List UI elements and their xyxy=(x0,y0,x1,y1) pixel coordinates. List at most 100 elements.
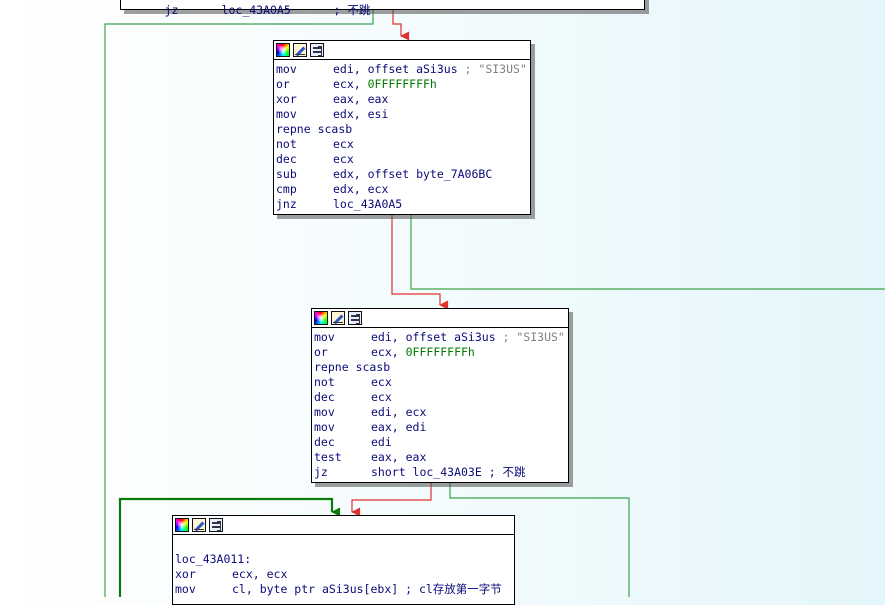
graph-view-icon[interactable] xyxy=(348,311,362,325)
asm-lines: mov edi, offset aSi3us ; "SI3US" or ecx, 0F… xyxy=(312,328,568,480)
graph-view-icon[interactable] xyxy=(310,43,324,57)
asm-line: or ecx, 0FFFFFFFFh xyxy=(276,77,530,92)
operand: edi xyxy=(371,435,392,449)
mnemonic: not xyxy=(276,137,297,151)
asm-line: or ecx, 0FFFFFFFFh xyxy=(314,345,568,360)
edge-block2-to-block3 xyxy=(351,483,432,517)
graph-view-icon[interactable] xyxy=(209,518,223,532)
code-label-line: loc_43A011: xyxy=(175,552,514,567)
operand: ecx, xyxy=(333,77,368,91)
operand: edi, ecx xyxy=(371,405,427,419)
operand: short loc_43A03E xyxy=(371,465,482,479)
asm-line: repne scasb xyxy=(314,360,568,375)
operand: ecx xyxy=(333,152,354,166)
color-palette-icon[interactable] xyxy=(175,518,189,532)
node-toolbar xyxy=(173,516,514,535)
rename-icon[interactable] xyxy=(293,43,307,57)
mnemonic: sub xyxy=(276,167,297,181)
mnemonic: dec xyxy=(314,435,335,449)
color-palette-icon[interactable] xyxy=(276,43,290,57)
code-block-3[interactable]: loc_43A011: xor ecx, ecx mov cl, byte ptr aS… xyxy=(172,515,515,605)
asm-lines: loc_43A011: xor ecx, ecx mov cl, byte ptr aS… xyxy=(173,535,514,597)
mnemonic: repne xyxy=(276,122,311,136)
asm-line: dec edi xyxy=(314,435,568,450)
rename-icon[interactable] xyxy=(192,518,206,532)
mnemonic: mov xyxy=(276,107,297,121)
user-comment: ; cl存放第一字节 xyxy=(398,582,502,596)
asm-line: xor eax, eax xyxy=(276,92,530,107)
operand: cl, byte ptr aSi3us[ebx] xyxy=(232,582,399,596)
asm-line: jz short loc_43A03E ; 不跳 xyxy=(314,465,568,480)
asm-line: mov edi, offset aSi3us ; "SI3US" xyxy=(314,330,568,345)
mnemonic: mov xyxy=(314,405,335,419)
edge-block1-right xyxy=(410,215,885,290)
operand: eax, eax xyxy=(371,450,427,464)
mnemonic: mov xyxy=(314,330,335,344)
asm-line: mov edi, ecx xyxy=(314,405,568,420)
mnemonic: not xyxy=(314,375,335,389)
operand: eax, eax xyxy=(333,92,389,106)
mnemonic: dec xyxy=(276,152,297,166)
mnemonic: jz xyxy=(164,3,179,17)
numeric-constant: 0FFFFFFFFh xyxy=(405,345,475,359)
operand: ecx, xyxy=(371,345,406,359)
code-block-1[interactable]: mov edi, offset aSi3us ; "SI3US" or ecx, 0F… xyxy=(273,40,531,215)
color-palette-icon[interactable] xyxy=(314,311,328,325)
mnemonic: mov xyxy=(314,420,335,434)
operand: edi, offset aSi3us xyxy=(333,62,458,76)
operand: scasb xyxy=(317,122,353,136)
operand: ecx xyxy=(371,390,392,404)
asm-line: not ecx xyxy=(276,137,530,152)
asm-line: jz loc_43A0A5 ; 不跳 xyxy=(123,0,644,17)
operand: loc_43A0A5 xyxy=(221,3,291,17)
operand: edx, offset byte_7A06BC xyxy=(333,167,493,181)
operand: ecx xyxy=(333,137,354,151)
mnemonic: mov xyxy=(175,582,196,596)
operand: edi, offset aSi3us xyxy=(371,330,496,344)
operand: ecx, ecx xyxy=(232,567,288,581)
code-block-2[interactable]: mov edi, offset aSi3us ; "SI3US" or ecx, 0F… xyxy=(311,308,569,483)
mnemonic: xor xyxy=(276,92,297,106)
node-toolbar xyxy=(312,309,568,328)
asm-line: mov edx, esi xyxy=(276,107,530,122)
asm-line: not ecx xyxy=(314,375,568,390)
asm-lines: mov edi, offset aSi3us ; "SI3US" or ecx, 0F… xyxy=(274,60,530,212)
asm-line: sub edx, offset byte_7A06BC xyxy=(276,167,530,182)
mnemonic: mov xyxy=(276,62,297,76)
operand: scasb xyxy=(355,360,391,374)
mnemonic: or xyxy=(276,77,290,91)
code-label[interactable]: loc_43A011: xyxy=(175,552,251,566)
asm-line: jnz loc_43A0A5 xyxy=(276,197,530,212)
asm-line: cmp edx, ecx xyxy=(276,182,530,197)
mnemonic: jz xyxy=(314,465,328,479)
asm-line: mov cl, byte ptr aSi3us[ebx] ; cl存放第一字节 xyxy=(175,582,514,597)
asm-line: mov edi, offset aSi3us ; "SI3US" xyxy=(276,62,530,77)
asm-line: mov eax, edi xyxy=(314,420,568,435)
string-comment: ; "SI3US" xyxy=(495,330,565,344)
asm-line xyxy=(175,537,514,552)
mnemonic: cmp xyxy=(276,182,297,196)
node-toolbar xyxy=(274,41,530,60)
mnemonic: test xyxy=(314,450,342,464)
user-comment: ; 不跳 xyxy=(481,465,526,479)
comment: ; 不跳 xyxy=(333,3,371,17)
mnemonic: jnz xyxy=(276,197,297,211)
mnemonic: dec xyxy=(314,390,335,404)
operand: eax, edi xyxy=(371,420,427,434)
operand: edx, ecx xyxy=(333,182,389,196)
asm-line: dec ecx xyxy=(314,390,568,405)
operand: edx, esi xyxy=(333,107,389,121)
asm-line: test eax, eax xyxy=(314,450,568,465)
edge-top-to-block1 xyxy=(392,10,410,41)
mnemonic: xor xyxy=(175,567,196,581)
mnemonic: or xyxy=(314,345,328,359)
rename-icon[interactable] xyxy=(331,311,345,325)
operand: ecx xyxy=(371,375,392,389)
asm-line: repne scasb xyxy=(276,122,530,137)
code-block-top[interactable]: jz loc_43A0A5 ; 不跳 xyxy=(120,0,645,17)
asm-line: xor ecx, ecx xyxy=(175,567,514,582)
operand: loc_43A0A5 xyxy=(333,197,403,211)
asm-line: dec ecx xyxy=(276,152,530,167)
numeric-constant: 0FFFFFFFFh xyxy=(367,77,437,91)
mnemonic: repne xyxy=(314,360,349,374)
